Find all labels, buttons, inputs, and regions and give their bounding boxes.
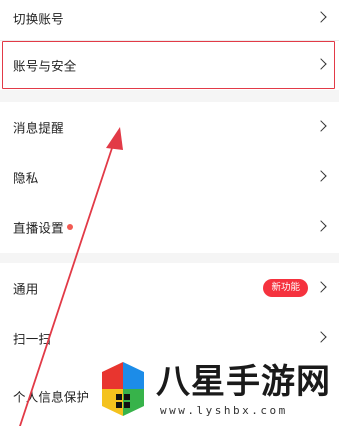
watermark-url: www.lyshbx.com (160, 404, 288, 417)
watermark-logo-icon (102, 362, 144, 416)
chevron-right-icon (315, 120, 327, 132)
watermark-title: 八星手游网 (156, 362, 331, 402)
new-feature-badge: 新功能 (263, 279, 308, 297)
watermark: 八星手游网 www.lyshbx.com (88, 350, 339, 426)
chevron-right-icon (315, 11, 327, 23)
settings-row-general[interactable]: 通用 新功能 (0, 263, 339, 313)
chevron-right-icon (315, 281, 327, 293)
settings-row-message-reminder[interactable]: 消息提醒 (0, 102, 339, 152)
chevron-right-icon (315, 220, 327, 232)
settings-row-label: 隐私 (13, 170, 39, 186)
settings-row-label: 个人信息保护 (13, 389, 90, 405)
settings-row-label: 扫一扫 (13, 331, 52, 347)
settings-row-label: 消息提醒 (13, 120, 64, 136)
highlight-box-account-security (2, 41, 335, 89)
settings-group-notifications: 消息提醒 隐私 直播设置 (0, 102, 339, 253)
settings-row-label: 直播设置 (13, 220, 64, 236)
settings-row-label: 通用 (13, 281, 39, 297)
settings-row-privacy[interactable]: 隐私 (0, 152, 339, 202)
settings-row-switch-account[interactable]: 切换账号 (0, 0, 339, 43)
chevron-right-icon (315, 170, 327, 182)
new-indicator-dot (67, 224, 73, 230)
settings-row-label: 切换账号 (13, 11, 64, 27)
chevron-right-icon (315, 331, 327, 343)
settings-row-live-settings[interactable]: 直播设置 (0, 202, 339, 252)
